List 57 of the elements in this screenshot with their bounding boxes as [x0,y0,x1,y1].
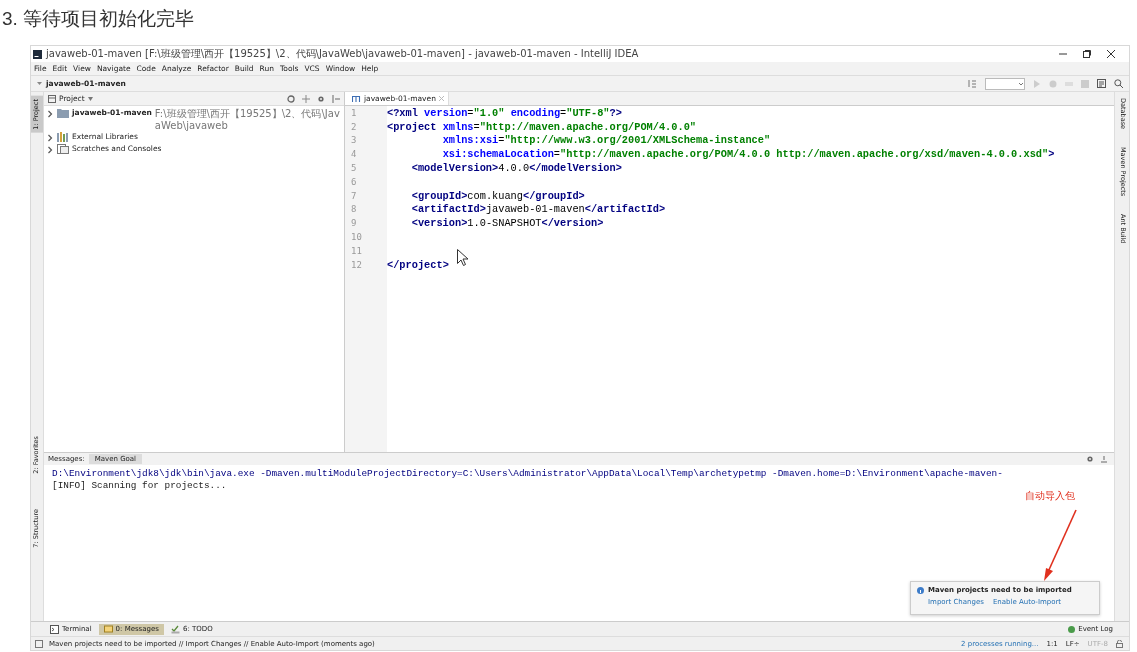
folder-icon [57,108,69,118]
step-heading: 3. 等待项目初始化完毕 [1,7,196,31]
code-line: xmlns:xsi="http://www.w3.org/2001/XMLSchema-instance" [441,134,771,147]
maximize-icon[interactable] [1083,50,1091,58]
hide-icon[interactable] [332,94,340,103]
console-line: D:\Environment\jdk8\jdk\bin\java.exe -Dmaven.multiModuleProjectDirectory=C:\Users\Administrator\AppData\Local\Temp\archetypetmp -Dmaven.home=D:\Environment\apache-maven- [52,468,1004,479]
chevron-icon[interactable] [46,146,54,154]
code-line: </project> [387,258,449,271]
line-number: 3 [350,135,358,146]
chevron-icon[interactable] [46,134,54,142]
line-number: 2 [350,121,358,132]
maven-file-icon [352,95,361,102]
code-line: <version>1.0-SNAPSHOT</version> [410,217,604,230]
line-number: 9 [350,218,358,229]
settings-icon[interactable] [317,94,325,103]
chevron-icon [37,81,42,86]
search-icon[interactable] [1114,79,1123,88]
target-icon[interactable] [287,94,295,103]
console-line: [INFO] Scanning for projects... [52,480,228,491]
message-icon [103,624,113,634]
code-line: <?xml version="1.0" encoding="UTF-8"?> [387,106,622,119]
library-icon [57,132,69,142]
settings-icon[interactable] [1086,455,1094,463]
info-icon [917,586,924,594]
tree-item-path: F:\班级管理\西开【19525】\2、代码\JavaWeb\javaweb [154,108,341,131]
close-icon[interactable] [1107,50,1115,58]
project-icon [48,94,56,103]
line-number: 11 [350,245,363,256]
mouse-pointer-icon [457,249,468,266]
chevron-icon[interactable] [46,110,54,118]
checklist-icon [170,624,180,634]
code-line: xsi:schemaLocation="http://maven.apache.org/POM/4.0.0 http://maven.apache.org/xsd/maven-4.0.0.xsd"> [441,148,1055,161]
line-number: 10 [350,232,363,243]
collapse-icon[interactable] [302,94,310,103]
lock-icon[interactable] [1116,639,1123,648]
line-number: 7 [350,190,358,201]
code-line: <artifactId>javaweb-01-maven</artifactId> [410,203,666,216]
annotation-text: 自动导入包 [1025,489,1075,503]
line-number: 6 [350,176,358,187]
line-number: 1 [350,107,358,118]
minimize-icon[interactable] [1100,455,1108,463]
line-number: 4 [350,149,358,160]
status-toggle-icon[interactable] [35,639,43,648]
code-line: <groupId>com.kuang</groupId> [410,189,585,202]
code-line: <project xmlns="http://maven.apache.org/POM/4.0.0" [387,120,696,133]
event-log-icon [1068,625,1076,633]
caret-icon[interactable] [87,96,93,101]
window-title: javaweb-01-maven [F:\班级管理\西开【19525】\2、代码\JavaWeb\javaweb-01-maven] - javaweb-01-maven - IntelliJ IDEA [46,47,640,61]
line-number: 5 [350,163,358,174]
line-number: 12 [350,259,363,270]
caret-icon[interactable] [1018,80,1024,87]
scratch-file-icon [57,144,69,154]
structure-icon[interactable] [1097,79,1106,88]
minimize-icon[interactable] [1059,50,1067,58]
code-line: <modelVersion>4.0.0</modelVersion> [410,162,622,175]
terminal-icon [50,624,59,634]
line-number: 8 [350,204,358,215]
